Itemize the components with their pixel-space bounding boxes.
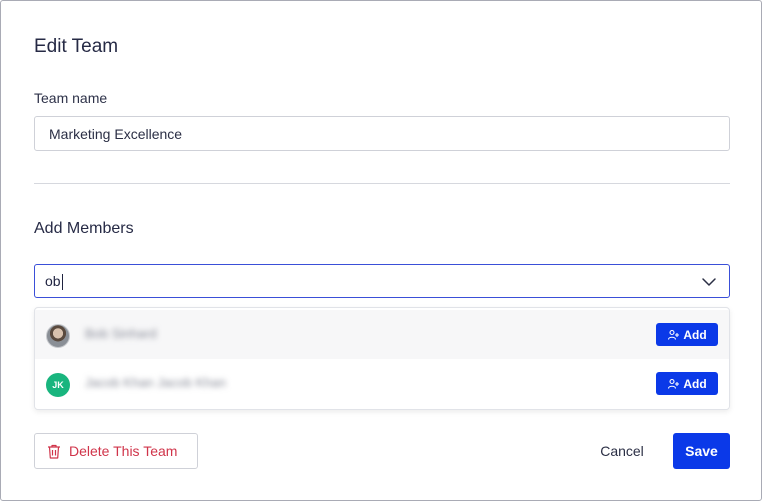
dialog-title: Edit Team: [34, 36, 119, 57]
team-name-input[interactable]: [34, 116, 730, 151]
edit-team-dialog: Edit Team Team name Add Members Bob Sinh…: [0, 0, 762, 501]
avatar: [46, 324, 70, 348]
user-plus-icon: [668, 378, 680, 389]
list-item: Bob Sinhard Add: [35, 310, 729, 360]
add-button-label: Add: [683, 376, 707, 391]
member-search-input[interactable]: [35, 265, 675, 297]
avatar: JK: [46, 373, 70, 397]
text-cursor: [62, 274, 63, 290]
trash-icon: [48, 444, 60, 459]
cancel-button[interactable]: Cancel: [587, 433, 657, 469]
divider: [34, 183, 730, 184]
add-members-label: Add Members: [34, 220, 134, 237]
list-item: JK Jacob Khan Jacob Khan Add: [35, 359, 729, 409]
member-search-combobox[interactable]: [34, 264, 730, 298]
user-plus-icon: [668, 329, 680, 340]
member-results-list: Bob Sinhard Add JK Jacob Khan Jacob Khan: [34, 307, 730, 410]
member-name: Jacob Khan Jacob Khan: [85, 375, 226, 390]
chevron-down-icon[interactable]: [701, 274, 717, 290]
add-member-button[interactable]: Add: [656, 372, 718, 395]
delete-button-label: Delete This Team: [69, 443, 178, 459]
delete-team-button[interactable]: Delete This Team: [34, 433, 198, 469]
team-name-label: Team name: [34, 90, 108, 106]
save-button[interactable]: Save: [673, 433, 730, 469]
add-button-label: Add: [683, 327, 707, 342]
member-name: Bob Sinhard: [85, 326, 157, 341]
add-member-button[interactable]: Add: [656, 323, 718, 346]
